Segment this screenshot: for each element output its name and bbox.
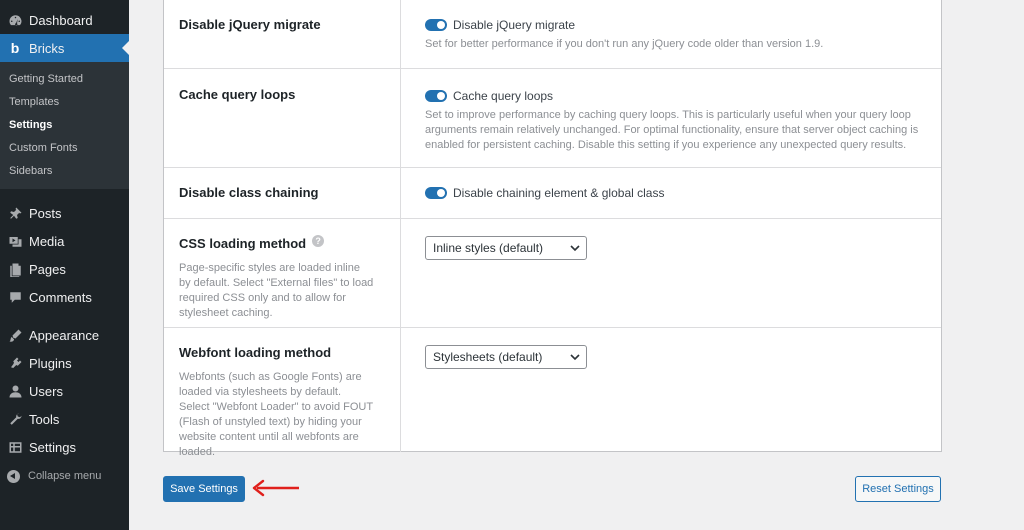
toggle-line: Disable chaining element & global class — [425, 186, 925, 200]
setting-description: Webfonts (such as Google Fonts) are load… — [179, 371, 373, 458]
sidebar-item-label: Tools — [29, 411, 60, 427]
select-value: Inline styles (default) — [433, 241, 544, 255]
save-settings-button[interactable]: Save Settings — [163, 476, 245, 502]
bricks-submenu: Getting Started Templates Settings Custo… — [0, 62, 129, 189]
setting-control-cell: Stylesheets (default) — [425, 328, 925, 369]
collapse-menu-button[interactable]: Collapse menu — [0, 461, 129, 491]
help-icon[interactable]: ? — [312, 235, 325, 247]
class-chaining-toggle[interactable] — [425, 187, 447, 199]
setting-row-class-chaining: Disable class chaining Disable chaining … — [164, 168, 941, 219]
setting-label-cell: CSS loading method? Page-specific styles… — [164, 219, 401, 327]
setting-title: Disable class chaining — [179, 185, 319, 200]
setting-row-jquery: Disable jQuery migrate Disable jQuery mi… — [164, 0, 941, 69]
chevron-down-icon — [564, 352, 586, 362]
sidebar-item-bricks[interactable]: b Bricks — [0, 34, 129, 62]
setting-title: Cache query loops — [179, 87, 296, 102]
sidebar-item-label: Media — [29, 233, 65, 249]
setting-title: CSS loading method — [179, 236, 307, 251]
setting-control-cell: Inline styles (default) — [425, 219, 925, 260]
pages-icon — [7, 261, 23, 277]
sidebar-item-pages[interactable]: Pages — [0, 255, 129, 283]
submenu-getting-started[interactable]: Getting Started — [0, 68, 129, 91]
media-icon — [7, 233, 23, 249]
appearance-icon — [7, 327, 23, 343]
submenu-settings[interactable]: Settings — [0, 114, 129, 137]
tools-icon — [7, 411, 23, 427]
jquery-migrate-toggle[interactable] — [425, 19, 447, 31]
bricks-icon: b — [10, 39, 20, 56]
dashboard-icon — [7, 12, 23, 28]
toggle-label: Disable chaining element & global class — [453, 186, 665, 200]
setting-row-webfont-loading: Webfont loading method Webfonts (such as… — [164, 328, 941, 458]
css-loading-method-select[interactable]: Inline styles (default) — [425, 236, 587, 260]
sidebar-item-posts[interactable]: Posts — [0, 199, 129, 227]
admin-sidebar: Dashboard b Bricks Getting Started Templ… — [0, 0, 129, 530]
setting-label-cell: Webfont loading method Webfonts (such as… — [164, 328, 401, 458]
annotation-arrow-icon — [252, 479, 299, 497]
sidebar-item-label: Settings — [29, 439, 76, 455]
toggle-label: Disable jQuery migrate — [453, 18, 576, 32]
sidebar-item-settings[interactable]: Settings — [0, 433, 129, 461]
sidebar-item-label: Appearance — [29, 327, 100, 343]
setting-label-cell: Cache query loops — [164, 69, 401, 167]
collapse-icon — [7, 469, 20, 483]
setting-control-cell: Cache query loops Set to improve perform… — [425, 69, 925, 153]
submenu-sidebars[interactable]: Sidebars — [0, 160, 129, 183]
sidebar-item-label: Dashboard — [29, 12, 93, 28]
plugins-icon — [7, 355, 23, 371]
chevron-down-icon — [564, 243, 586, 253]
setting-control-cell: Disable chaining element & global class — [425, 168, 925, 200]
toggle-line: Cache query loops — [425, 89, 925, 103]
submenu-templates[interactable]: Templates — [0, 91, 129, 114]
sidebar-item-users[interactable]: Users — [0, 377, 129, 405]
sidebar-item-media[interactable]: Media — [0, 227, 129, 255]
pin-icon — [7, 205, 23, 221]
sidebar-item-tools[interactable]: Tools — [0, 405, 129, 433]
settings-table: Disable jQuery migrate Disable jQuery mi… — [163, 0, 942, 458]
sidebar-item-comments[interactable]: Comments — [0, 283, 129, 311]
settings-icon — [7, 439, 23, 455]
comments-icon — [7, 289, 23, 305]
select-value: Stylesheets (default) — [433, 350, 543, 364]
setting-description: Set for better performance if you don't … — [425, 38, 824, 50]
sidebar-item-label: Posts — [29, 205, 62, 221]
sidebar-item-label: Plugins — [29, 355, 72, 371]
setting-control-cell: Disable jQuery migrate Set for better pe… — [425, 0, 925, 52]
setting-row-cache: Cache query loops Cache query loops Set … — [164, 69, 941, 168]
setting-row-css-loading: CSS loading method? Page-specific styles… — [164, 219, 941, 328]
sidebar-item-label: Comments — [29, 289, 92, 305]
setting-title: Webfont loading method — [179, 345, 332, 360]
setting-description: Page-specific styles are loaded inline b… — [179, 262, 374, 319]
sidebar-item-appearance[interactable]: Appearance — [0, 321, 129, 349]
submenu-custom-fonts[interactable]: Custom Fonts — [0, 137, 129, 160]
toggle-line: Disable jQuery migrate — [425, 18, 925, 32]
sidebar-item-plugins[interactable]: Plugins — [0, 349, 129, 377]
setting-description: Set to improve performance by caching qu… — [425, 109, 919, 151]
collapse-label: Collapse menu — [28, 470, 102, 482]
setting-label-cell: Disable class chaining — [164, 168, 401, 218]
sidebar-item-label: Bricks — [29, 40, 65, 56]
reset-settings-button[interactable]: Reset Settings — [855, 476, 941, 502]
webfont-loading-method-select[interactable]: Stylesheets (default) — [425, 345, 587, 369]
setting-title: Disable jQuery migrate — [179, 17, 321, 32]
toggle-label: Cache query loops — [453, 89, 554, 103]
users-icon — [7, 383, 23, 399]
sidebar-item-label: Pages — [29, 261, 66, 277]
cache-query-loops-toggle[interactable] — [425, 90, 447, 102]
sidebar-item-dashboard[interactable]: Dashboard — [0, 6, 129, 34]
setting-label-cell: Disable jQuery migrate — [164, 0, 401, 68]
sidebar-item-label: Users — [29, 383, 63, 399]
